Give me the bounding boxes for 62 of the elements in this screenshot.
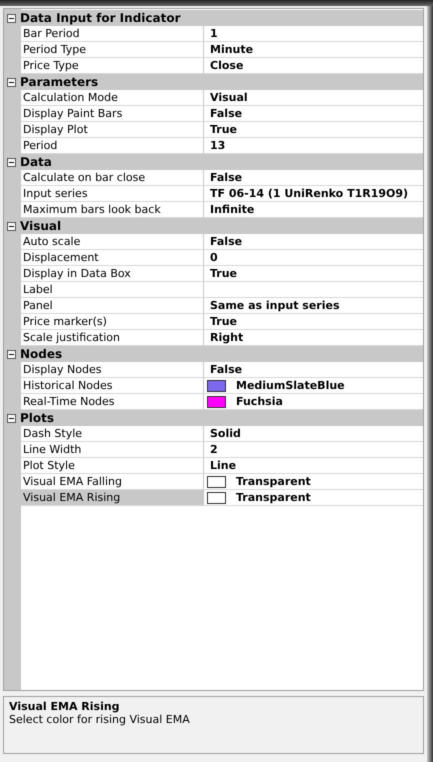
property-name[interactable]: Line Width [21,442,204,458]
property-name[interactable]: Visual EMA Rising [21,490,204,506]
property-name[interactable]: Input series [21,186,204,202]
collapse-icon[interactable] [7,350,16,358]
collapse-icon[interactable] [7,158,16,166]
category-header[interactable]: Nodes [4,346,423,362]
category-title: Nodes [20,347,62,361]
color-name: Transparent [236,475,311,488]
property-name[interactable]: Display Plot [21,122,204,138]
property-name[interactable]: Displacement [21,250,204,266]
collapse-icon[interactable] [7,14,16,22]
property-name[interactable]: Display Paint Bars [21,106,204,122]
description-title: Visual EMA Rising [9,700,121,713]
property-value[interactable]: TF 06-14 (1 UniRenko T1R19O9) [204,186,423,202]
property-name[interactable]: Auto scale [21,234,204,250]
property-name[interactable]: Dash Style [21,426,204,442]
property-name[interactable]: Bar Period [21,26,204,42]
property-value[interactable]: True [204,314,423,330]
property-value[interactable]: 1 [204,26,423,42]
property-value[interactable]: Same as input series [204,298,423,314]
property-value[interactable]: True [204,266,423,282]
property-value[interactable]: Solid [204,426,423,442]
color-name: Transparent [236,491,311,504]
category-header[interactable]: Data [4,154,423,170]
category-title: Plots [20,411,54,425]
property-name[interactable]: Label [21,282,204,298]
collapse-icon[interactable] [7,414,16,422]
property-name[interactable]: Calculation Mode [21,90,204,106]
collapse-icon[interactable] [7,222,16,230]
property-value[interactable]: Minute [204,42,423,58]
property-value[interactable]: 0 [204,250,423,266]
category-header[interactable]: Plots [4,410,423,426]
property-name[interactable]: Display in Data Box [21,266,204,282]
category-title: Parameters [20,75,98,89]
color-name: Fuchsia [236,395,283,408]
property-name[interactable]: Historical Nodes [21,378,204,394]
property-value[interactable]: Visual [204,90,423,106]
category-header[interactable]: Data Input for Indicator [4,10,423,26]
property-value[interactable]: MediumSlateBlue [204,378,423,394]
property-name[interactable]: Price marker(s) [21,314,204,330]
property-value[interactable]: True [204,122,423,138]
color-name: MediumSlateBlue [236,379,345,392]
property-name[interactable]: Period Type [21,42,204,58]
description-text: Select color for rising Visual EMA [9,713,191,726]
property-name[interactable]: Panel [21,298,204,314]
property-value[interactable]: False [204,106,423,122]
property-value[interactable]: Line [204,458,423,474]
property-name[interactable]: Plot Style [21,458,204,474]
property-value[interactable]: False [204,234,423,250]
property-value[interactable]: False [204,362,423,378]
property-value[interactable]: Transparent [204,474,423,490]
property-value[interactable]: False [204,170,423,186]
category-title: Data Input for Indicator [20,11,181,25]
category-title: Data [20,155,52,169]
category-header[interactable]: Parameters [4,74,423,90]
collapse-icon[interactable] [7,78,16,86]
category-title: Visual [20,219,62,233]
category-header[interactable]: Visual [4,218,423,234]
property-name[interactable]: Calculate on bar close [21,170,204,186]
property-value[interactable]: Transparent [204,490,423,506]
property-value[interactable]: 2 [204,442,423,458]
property-name[interactable]: Display Nodes [21,362,204,378]
